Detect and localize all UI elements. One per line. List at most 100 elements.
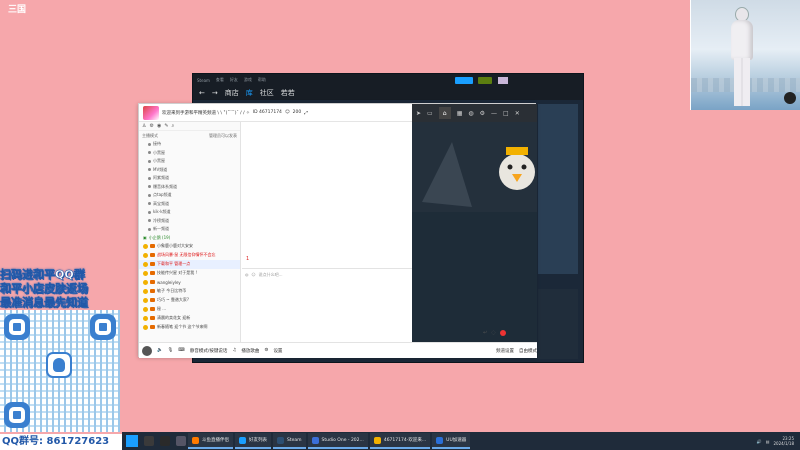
- steam-nav-profile[interactable]: 若若: [281, 88, 295, 98]
- mode-dropdown[interactable]: 自由模式: [519, 348, 537, 354]
- user-name: 新春随笔 迎个节 这个节来啊: [157, 324, 208, 329]
- channel-group-item[interactable]: 点tap频道: [139, 191, 240, 200]
- bear-mascot-icon: [784, 92, 796, 104]
- taskbar-app-item[interactable]: 好友列表: [235, 433, 271, 449]
- screen-icon[interactable]: ▭: [427, 110, 433, 117]
- gear-icon[interactable]: ⚙: [264, 348, 268, 353]
- settings-button[interactable]: 设置: [273, 348, 282, 354]
- channel-user-item[interactable]: 下载和平 管理一点: [139, 259, 240, 269]
- message-input[interactable]: 说点什么吧...: [259, 272, 283, 278]
- sort-dropdown[interactable]: 主播模式: [142, 133, 158, 139]
- gamepad-icon[interactable]: ◍: [468, 110, 473, 117]
- channel-user-item[interactable]: 清晨的卖花女 迎新: [139, 314, 240, 323]
- search-icon[interactable]: [144, 436, 154, 446]
- channel-group-item[interactable]: 冷榜频道: [139, 217, 240, 226]
- taskbar-app-item[interactable]: Steam: [273, 433, 306, 449]
- vip-badge-icon: [150, 271, 155, 275]
- music-icon[interactable]: ♫: [232, 348, 236, 353]
- steam-menu-view[interactable]: 查看: [216, 77, 224, 83]
- channel-user-item[interactable]: 技能传兴星 对于是我 !: [139, 269, 240, 278]
- gamepad-icon[interactable]: ◍: [245, 272, 249, 277]
- expand-icon: [148, 210, 151, 214]
- qq-group-qr-code: [0, 310, 120, 432]
- taskbar-app-item[interactable]: 46717174-欢迎来...: [369, 433, 431, 449]
- channel-group-item[interactable]: 高宝频道: [139, 200, 240, 209]
- volume-icon[interactable]: 🔊: [757, 439, 762, 444]
- music-button[interactable]: 播放歌曲: [241, 348, 259, 354]
- minimize-icon[interactable]: —: [491, 110, 497, 117]
- steam-nav-community[interactable]: 社区: [260, 88, 274, 98]
- comment-icon[interactable]: ◌: [491, 330, 495, 336]
- channel-user-item[interactable]: 战场风暴·鼠 无限信仰情怀不会忘: [139, 251, 240, 260]
- channel-user-item[interactable]: 敏子 今日比特币: [139, 287, 240, 296]
- channel-group-item[interactable]: 小黑屋: [139, 157, 240, 166]
- stream-logo: 三国: [6, 6, 28, 28]
- channel-user-item[interactable]: 秘 ...: [139, 305, 240, 314]
- channel-user-item[interactable]: 新春随笔 迎个节 这个节来啊: [139, 323, 240, 332]
- channel-user-item[interactable]: wangleiyley: [139, 278, 240, 287]
- user-name: 技能传兴星 对于是我 !: [157, 270, 198, 275]
- steam-icon[interactable]: [160, 436, 170, 446]
- channel-group-item[interactable]: 小黑屋: [139, 149, 240, 158]
- subchannel-name: 小企鹅 (19): [148, 234, 171, 240]
- taskbar-app-item[interactable]: 斗鱼直播伴侣: [188, 433, 233, 449]
- channel-tools: ♙ ⚙ ◉ ✎ ⌕: [139, 122, 240, 131]
- channel-group-label: 小黑屋: [153, 158, 165, 164]
- chat-client-window[interactable]: 欢迎来到手游和平精英频道 \ \ ˚(ˆ ̄ˆ ̄)ˆ / / ✧ ID 467…: [138, 103, 537, 358]
- my-avatar[interactable]: [142, 345, 152, 356]
- channel-group-item[interactable]: kik-k频道: [139, 208, 240, 217]
- back-arrow-icon[interactable]: ←: [199, 89, 205, 97]
- taskbar-app-item[interactable]: Studio One - 202...: [307, 433, 368, 449]
- subchannel-row[interactable]: ▣ 小企鹅 (19): [139, 234, 240, 242]
- settings-icon[interactable]: ⚙: [149, 123, 153, 129]
- channel-group-item[interactable]: 爆音体系频道: [139, 183, 240, 192]
- channel-group-label: 爆音体系频道: [153, 183, 177, 189]
- expand-icon: [148, 159, 151, 163]
- steam-broadcast-button[interactable]: [455, 77, 473, 84]
- record-icon[interactable]: ◉: [157, 123, 161, 129]
- steam-menu-steam[interactable]: Steam: [197, 78, 210, 83]
- switch-mode-button[interactable]: 静音模式/按键说话: [190, 348, 228, 354]
- steam-menu-friends[interactable]: 好友: [230, 77, 238, 83]
- forward-arrow-icon[interactable]: →: [212, 89, 218, 97]
- notification-icon[interactable]: [499, 330, 506, 336]
- grid-icon[interactable]: ▦: [457, 110, 463, 117]
- settings-icon[interactable]: ⚙: [480, 110, 485, 117]
- message-input-bar[interactable]: ◍ ☺ 说点什么吧...: [242, 268, 412, 280]
- mic-icon[interactable]: 🎙: [168, 348, 174, 353]
- channel-group-item[interactable]: 新一频道: [139, 225, 240, 234]
- vip-badge-icon: [150, 325, 155, 329]
- start-icon[interactable]: [126, 435, 138, 447]
- channel-list-panel: ♙ ⚙ ◉ ✎ ⌕ 主播模式 管理员可以发表 接待 小黑屋 小黑屋 MV频道 阿紫频道爆…: [139, 122, 241, 342]
- taskbar-app-item[interactable]: UU加速器: [432, 433, 471, 449]
- emoji-icon[interactable]: ☺: [252, 272, 256, 277]
- user-icon[interactable]: ♙: [142, 123, 146, 129]
- search-icon[interactable]: ⌕: [172, 123, 175, 129]
- user-status-icon: [143, 324, 148, 330]
- network-icon[interactable]: ▤: [766, 439, 770, 444]
- channel-group-item[interactable]: 阿紫频道: [139, 174, 240, 183]
- steam-nav-library[interactable]: 库: [246, 88, 253, 98]
- enter-icon[interactable]: ↵: [483, 330, 487, 336]
- channel-user-item[interactable]: 小象鹿小鹿对大安安: [139, 242, 240, 251]
- settings-icon[interactable]: [176, 436, 186, 446]
- steam-menu-games[interactable]: 游戏: [244, 77, 252, 83]
- steam-nav-store[interactable]: 商店: [225, 88, 239, 98]
- close-icon[interactable]: ✕: [515, 110, 520, 117]
- speaker-icon[interactable]: 🔈: [157, 348, 163, 353]
- home-icon[interactable]: ⌂: [438, 107, 451, 119]
- share-icon[interactable]: ⤢: [304, 110, 308, 116]
- clock[interactable]: 23:25 2024/1/18: [773, 436, 794, 446]
- edit-icon[interactable]: ✎: [164, 123, 168, 129]
- channel-group-item[interactable]: 接待: [139, 140, 240, 149]
- channel-settings-button[interactable]: 频道设置: [496, 348, 514, 354]
- group-list: 接待 小黑屋 小黑屋 MV频道 阿紫频道 爆音体系频道 点tap频道 高宝频道 kik-k频道冷…: [139, 140, 240, 234]
- maximize-icon[interactable]: □: [503, 110, 509, 117]
- steam-notify-button[interactable]: [478, 77, 492, 84]
- taskbar-app-label: Studio One - 202...: [321, 437, 364, 443]
- channel-group-item[interactable]: MV频道: [139, 166, 240, 175]
- steam-account-avatar[interactable]: [498, 77, 508, 84]
- steam-menu-help[interactable]: 帮助: [258, 77, 266, 83]
- channel-user-item[interactable]: 巧巧 ~ 靠谱大家?: [139, 296, 240, 305]
- keyboard-icon[interactable]: ⌨: [178, 348, 185, 353]
